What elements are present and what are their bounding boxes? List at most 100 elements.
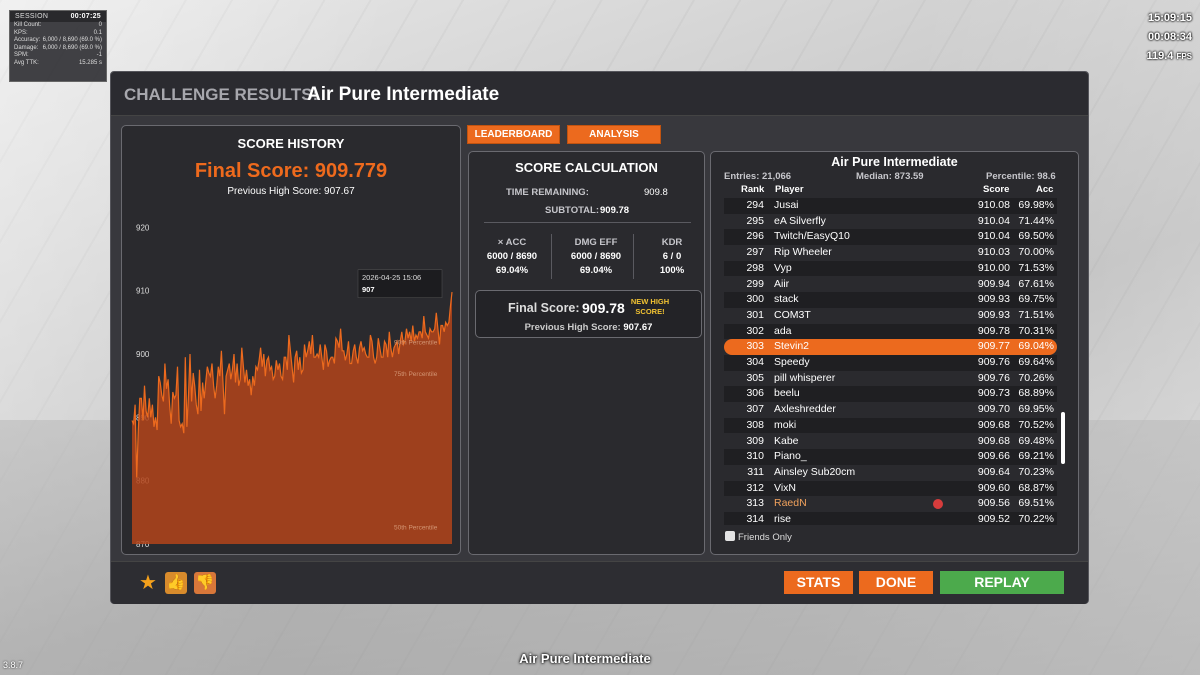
leaderboard-row[interactable]: 310 Piano_ 909.66 69.21% [724, 449, 1057, 465]
rank-cell: 312 [746, 481, 764, 494]
leaderboard-row[interactable]: 307 Axleshredder 909.70 69.95% [724, 402, 1057, 418]
leaderboard-row[interactable]: 308 moki 909.68 70.52% [724, 417, 1057, 434]
score-cell: 909.73 [977, 387, 1010, 400]
percentile-value: Percentile: 98.6 [986, 171, 1056, 182]
leaderboard-row[interactable]: 300 stack 909.93 69.75% [724, 292, 1057, 308]
replay-button[interactable]: REPLAY [940, 571, 1064, 594]
player-cell: Kabe [774, 434, 799, 447]
acc-cell: 69.21% [1018, 450, 1054, 463]
leaderboard-panel: Air Pure Intermediate Entries: 21,066 Me… [710, 151, 1079, 555]
score-cell: 909.68 [977, 418, 1010, 431]
favorite-star-icon[interactable]: ★ [137, 572, 159, 594]
leaderboard-list[interactable]: 294 Jusai 910.08 69.98% 295 eA Silverfly 910.0… [724, 198, 1057, 525]
session-stat-row: Accuracy: 6,000 / 8,690 (69.0 %) [10, 37, 106, 45]
leaderboard-row[interactable]: 301 COM3T 909.93 71.51% [724, 308, 1057, 324]
leaderboard-row[interactable]: 294 Jusai 910.08 69.98% [724, 198, 1057, 214]
final-score-box: Final Score: 909.78 NEW HIGH SCORE! Prev… [475, 290, 702, 338]
acc-cell: 68.89% [1018, 387, 1054, 400]
leaderboard-row[interactable]: 302 ada 909.78 70.31% [724, 323, 1057, 340]
player-cell: COM3T [774, 308, 811, 321]
player-cell: Twitch/EasyQ10 [774, 230, 850, 243]
score-cell: 910.00 [977, 261, 1010, 274]
score-cell: 909.76 [977, 371, 1010, 384]
percentile-label: 50th Percentile [394, 524, 438, 531]
leaderboard-scrollbar[interactable] [1061, 412, 1065, 464]
acc-cell: 69.04% [1018, 340, 1054, 353]
leaderboard-row[interactable]: 314 rise 909.52 70.22% [724, 512, 1057, 525]
friends-only-checkbox[interactable] [725, 531, 735, 541]
thumbs-down-icon[interactable]: 👎 [194, 572, 216, 594]
session-panel: SESSION 00:07:25 Kill Count: 0 KPS: 0.1 Accu… [9, 10, 107, 82]
score-cell: 909.70 [977, 403, 1010, 416]
stats-button[interactable]: STATS [784, 571, 853, 594]
leaderboard-row[interactable]: 309 Kabe 909.68 69.48% [724, 434, 1057, 450]
acc-cell: 68.87% [1018, 481, 1054, 494]
leaderboard-row[interactable]: 298 Vyp 910.00 71.53% [724, 260, 1057, 277]
subtotal-label: SUBTOTAL: [545, 205, 600, 216]
leaderboard-title: Air Pure Intermediate [831, 155, 958, 169]
friends-only-toggle[interactable]: Friends Only [725, 531, 792, 543]
score-history-panel: 92091090089088087090th Percentile75th Pe… [121, 125, 461, 555]
score-history-title: SCORE HISTORY [237, 136, 345, 151]
player-cell: ada [774, 324, 792, 337]
acc-cell: 69.48% [1018, 434, 1054, 447]
previous-high-value: 907.67 [623, 322, 653, 333]
leaderboard-row[interactable]: 295 eA Silverfly 910.04 71.44% [724, 214, 1057, 230]
player-cell: Rip Wheeler [774, 246, 832, 259]
session-stat-row: SPM: -1 [10, 52, 106, 60]
final-score-value: 909.78 [582, 300, 625, 316]
player-cell: Piano_ [774, 450, 807, 463]
score-cell: 909.52 [977, 513, 1010, 525]
final-score-label: Final Score: [508, 301, 580, 315]
tab-leaderboard[interactable]: LEADERBOARD [467, 125, 560, 144]
leaderboard-row[interactable]: 312 VixN 909.60 68.87% [724, 480, 1057, 497]
session-stat-row: Avg TTK: 15.285 s [10, 60, 106, 68]
player-cell: RaedN [774, 497, 807, 510]
player-cell: rise [774, 513, 791, 525]
score-cell: 909.93 [977, 308, 1010, 321]
leaderboard-row[interactable]: 306 beelu 909.73 68.89% [724, 386, 1057, 403]
rank-cell: 300 [746, 293, 764, 306]
player-cell: VixN [774, 481, 796, 494]
acc-cell: 69.50% [1018, 230, 1054, 243]
acc-cell: 69.98% [1018, 199, 1054, 211]
leaderboard-row[interactable]: 311 Ainsley Sub20cm 909.64 70.23% [724, 465, 1057, 481]
subtotal-value: 909.78 [600, 205, 630, 216]
session-stat-value: 0 [98, 22, 102, 28]
player-cell: stack [774, 293, 799, 306]
acc-header: × ACC [497, 237, 527, 248]
time-remaining-value: 909.8 [644, 187, 668, 198]
score-cell: 910.08 [977, 199, 1010, 211]
score-cell: 909.94 [977, 277, 1010, 290]
rank-cell: 310 [746, 450, 764, 463]
leaderboard-row[interactable]: 305 pill whisperer 909.76 70.26% [724, 371, 1057, 387]
rank-cell: 307 [746, 403, 764, 416]
session-stat-value: 6,000 / 8,690 (69.0 %) [42, 37, 102, 43]
fps-value: 119.4 [1146, 50, 1174, 62]
leaderboard-row-current-player[interactable]: 303 Stevin2 909.77 69.04% [724, 339, 1057, 355]
thumbs-up-icon[interactable]: 👍 [165, 572, 187, 594]
leaderboard-row[interactable]: 313 RaedN 909.56 69.51% [724, 496, 1057, 512]
leaderboard-row[interactable]: 299 Aiir 909.94 67.61% [724, 277, 1057, 293]
done-button[interactable]: DONE [859, 571, 933, 594]
time-remaining-label: TIME REMAINING: [506, 187, 589, 198]
leaderboard-row[interactable]: 296 Twitch/EasyQ10 910.04 69.50% [724, 229, 1057, 246]
acc-cell: 70.22% [1018, 513, 1054, 525]
leaderboard-row[interactable]: 304 Speedy 909.76 69.64% [724, 355, 1057, 371]
rank-cell: 298 [746, 261, 764, 274]
score-cell: 909.78 [977, 324, 1010, 337]
friends-only-label: Friends Only [738, 532, 792, 543]
rank-cell: 302 [746, 324, 764, 337]
score-cell: 910.04 [977, 230, 1010, 243]
rank-cell: 299 [746, 277, 764, 290]
session-stat-label: SPM: [14, 52, 29, 58]
player-cell: Speedy [774, 356, 810, 368]
leaderboard-row[interactable]: 297 Rip Wheeler 910.03 70.00% [724, 245, 1057, 261]
tab-analysis[interactable]: ANALYSIS [567, 125, 661, 144]
acc-cell: 70.00% [1018, 246, 1054, 259]
acc-cell: 70.26% [1018, 371, 1054, 384]
previous-high-line: Previous High Score: 907.67 [476, 322, 701, 333]
acc-cell: 71.53% [1018, 261, 1054, 274]
percentile-label: 90th Percentile [394, 340, 438, 347]
score-cell: 909.56 [977, 497, 1010, 510]
